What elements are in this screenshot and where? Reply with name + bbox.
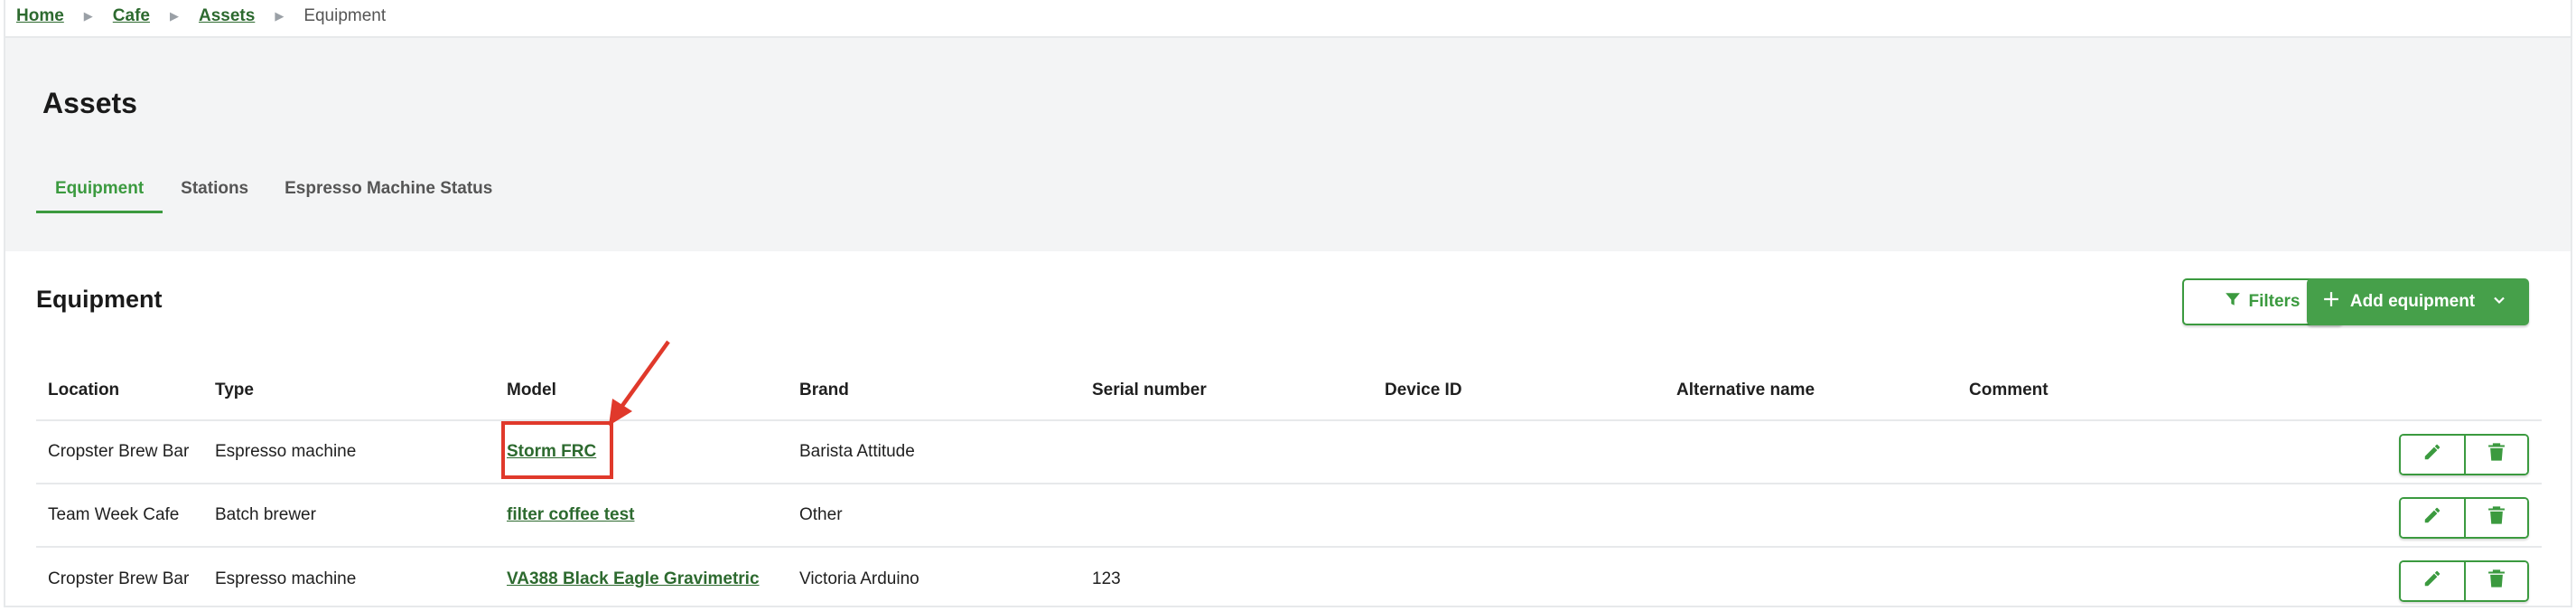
cell-brand: Other bbox=[799, 505, 843, 524]
equipment-table: Location Type Model Brand Serial number … bbox=[36, 362, 2542, 611]
breadcrumb-assets[interactable]: Assets bbox=[199, 6, 255, 26]
filters-label: Filters bbox=[2248, 292, 2301, 311]
cell-type: Espresso machine bbox=[215, 569, 357, 588]
model-link[interactable]: filter coffee test bbox=[507, 505, 634, 525]
tab-equipment[interactable]: Equipment bbox=[36, 166, 163, 213]
cell-brand: Victoria Arduino bbox=[799, 569, 919, 588]
trash-icon bbox=[2487, 442, 2506, 467]
tab-stations[interactable]: Stations bbox=[163, 166, 266, 213]
breadcrumb-separator-icon: ▶ bbox=[169, 9, 179, 23]
table-row: Team Week Cafe Batch brewer filter coffe… bbox=[36, 484, 2542, 548]
filter-icon bbox=[2225, 291, 2241, 313]
header-location[interactable]: Location bbox=[48, 362, 119, 419]
row-actions bbox=[2399, 434, 2529, 475]
cell-location: Cropster Brew Bar bbox=[48, 569, 190, 588]
header-device-id[interactable]: Device ID bbox=[1385, 362, 1462, 419]
row-actions bbox=[2399, 497, 2529, 539]
cell-location: Cropster Brew Bar bbox=[48, 442, 190, 461]
cell-type: Batch brewer bbox=[215, 505, 316, 524]
page-title: Assets bbox=[42, 87, 137, 119]
header-type[interactable]: Type bbox=[215, 362, 254, 419]
delete-button[interactable] bbox=[2464, 499, 2527, 537]
cell-model: filter coffee test bbox=[507, 484, 634, 546]
annotation-arrow-icon bbox=[609, 340, 670, 426]
model-link[interactable]: VA388 Black Eagle Gravimetric bbox=[507, 569, 760, 589]
delete-button[interactable] bbox=[2464, 436, 2527, 474]
cell-serial-number: 123 bbox=[1092, 569, 1121, 588]
pencil-icon bbox=[2422, 505, 2442, 531]
tab-espresso-machine-status[interactable]: Espresso Machine Status bbox=[266, 166, 510, 213]
app-frame: Home ▶ Cafe ▶ Assets ▶ Equipment Assets … bbox=[4, 0, 2572, 607]
cell-brand: Barista Attitude bbox=[799, 442, 915, 461]
delete-button[interactable] bbox=[2464, 562, 2527, 600]
breadcrumb-home[interactable]: Home bbox=[16, 6, 64, 26]
annotation-highlight-box bbox=[501, 421, 613, 479]
breadcrumb-cafe[interactable]: Cafe bbox=[113, 6, 150, 26]
table-row: Cropster Brew Bar Espresso machine VA388… bbox=[36, 548, 2542, 611]
pencil-icon bbox=[2422, 442, 2442, 467]
add-equipment-label: Add equipment bbox=[2349, 292, 2476, 311]
section-title: Equipment bbox=[36, 286, 163, 313]
header-alternative-name[interactable]: Alternative name bbox=[1676, 362, 1815, 419]
trash-icon bbox=[2487, 569, 2506, 594]
edit-button[interactable] bbox=[2401, 562, 2464, 600]
table-header-row: Location Type Model Brand Serial number … bbox=[36, 362, 2542, 421]
table-row: Cropster Brew Bar Espresso machine Storm… bbox=[36, 421, 2542, 484]
header-brand[interactable]: Brand bbox=[799, 362, 849, 419]
row-actions bbox=[2399, 560, 2529, 602]
cell-type: Espresso machine bbox=[215, 442, 357, 461]
breadcrumb-separator-icon: ▶ bbox=[83, 9, 93, 23]
breadcrumb-current: Equipment bbox=[303, 6, 387, 25]
breadcrumb: Home ▶ Cafe ▶ Assets ▶ Equipment bbox=[16, 2, 386, 31]
edit-button[interactable] bbox=[2401, 499, 2464, 537]
header-serial-number[interactable]: Serial number bbox=[1092, 362, 1207, 419]
trash-icon bbox=[2487, 505, 2506, 531]
tab-bar: Equipment Stations Espresso Machine Stat… bbox=[36, 166, 510, 213]
plus-icon bbox=[2323, 291, 2339, 313]
breadcrumb-separator-icon: ▶ bbox=[275, 9, 285, 23]
add-equipment-button[interactable]: Add equipment bbox=[2307, 278, 2529, 325]
header-comment[interactable]: Comment bbox=[1969, 362, 2049, 419]
edit-button[interactable] bbox=[2401, 436, 2464, 474]
page-header bbox=[5, 38, 2571, 251]
cell-location: Team Week Cafe bbox=[48, 505, 180, 524]
header-model[interactable]: Model bbox=[507, 362, 556, 419]
pencil-icon bbox=[2422, 569, 2442, 594]
chevron-down-icon[interactable] bbox=[2486, 293, 2513, 312]
cell-model: VA388 Black Eagle Gravimetric bbox=[507, 548, 760, 611]
